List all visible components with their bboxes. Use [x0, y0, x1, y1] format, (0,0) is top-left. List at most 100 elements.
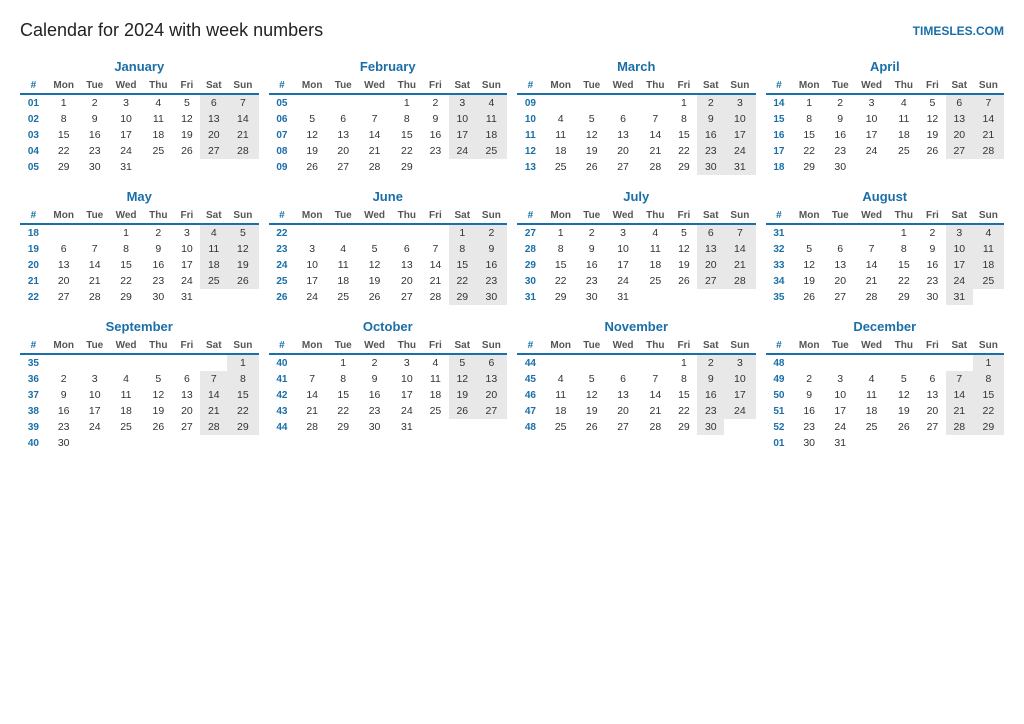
day-cell: 11 — [544, 387, 578, 403]
week-number: 12 — [517, 143, 544, 159]
day-cell — [544, 94, 578, 111]
table-row: 05293031 — [20, 159, 259, 175]
day-cell: 29 — [792, 159, 826, 175]
table-row: 31293031 — [517, 289, 756, 305]
day-cell: 19 — [357, 273, 391, 289]
day-cell: 23 — [357, 403, 391, 419]
day-cell — [973, 289, 1004, 305]
day-cell: 22 — [671, 143, 698, 159]
table-row: 4545678910 — [517, 371, 756, 387]
day-cell — [544, 354, 578, 371]
table-row: 32567891011 — [766, 241, 1005, 257]
day-cell — [174, 354, 201, 371]
day-cell: 11 — [640, 241, 670, 257]
table-row: 141234567 — [766, 94, 1005, 111]
day-cell: 14 — [200, 387, 227, 403]
table-row: 3419202122232425 — [766, 273, 1005, 289]
month-title: June — [269, 189, 508, 204]
col-header-wed: Wed — [606, 78, 640, 94]
month-table: #MonTueWedThuFriSatSun351362345678379101… — [20, 338, 259, 451]
day-cell: 12 — [578, 127, 606, 143]
day-cell: 27 — [606, 159, 640, 175]
day-cell: 30 — [357, 419, 391, 435]
day-cell: 4 — [640, 224, 670, 241]
col-header-sat: Sat — [200, 78, 227, 94]
day-cell — [227, 289, 258, 305]
week-number: 23 — [269, 241, 296, 257]
day-cell: 25 — [109, 419, 143, 435]
day-cell: 11 — [143, 111, 173, 127]
col-header-tue: Tue — [578, 338, 606, 354]
table-row: 35262728293031 — [766, 289, 1005, 305]
day-cell: 26 — [174, 143, 201, 159]
day-cell: 27 — [200, 143, 227, 159]
table-row: 3923242526272829 — [20, 419, 259, 435]
col-header-mon: Mon — [295, 78, 329, 94]
week-number: 28 — [517, 241, 544, 257]
table-row: 1722232425262728 — [766, 143, 1005, 159]
day-cell: 7 — [357, 111, 391, 127]
table-row: 4178910111213 — [269, 371, 508, 387]
day-cell: 23 — [826, 143, 854, 159]
day-cell: 12 — [449, 371, 476, 387]
day-cell: 18 — [143, 127, 173, 143]
day-cell: 19 — [295, 143, 329, 159]
col-header-thu: Thu — [392, 78, 422, 94]
day-cell: 11 — [973, 241, 1004, 257]
day-cell: 28 — [640, 419, 670, 435]
table-row: 1325262728293031 — [517, 159, 756, 175]
day-cell: 17 — [109, 127, 143, 143]
col-header-mon: Mon — [295, 208, 329, 224]
week-number: 52 — [766, 419, 793, 435]
day-cell: 20 — [47, 273, 81, 289]
day-cell: 20 — [329, 143, 357, 159]
day-cell: 15 — [329, 387, 357, 403]
col-header-wed: Wed — [357, 338, 391, 354]
col-header-sun: Sun — [476, 338, 507, 354]
day-cell: 14 — [946, 387, 973, 403]
week-number: 37 — [20, 387, 47, 403]
day-cell: 12 — [671, 241, 698, 257]
day-cell — [47, 224, 81, 241]
table-row: 4030 — [20, 435, 259, 451]
col-header-sun: Sun — [724, 78, 755, 94]
day-cell: 7 — [227, 94, 258, 111]
day-cell: 6 — [200, 94, 227, 111]
month-table: #MonTueWedThuFriSatSun311234325678910113… — [766, 208, 1005, 305]
day-cell: 7 — [946, 371, 973, 387]
day-cell — [143, 435, 173, 451]
table-row: 4321222324252627 — [269, 403, 508, 419]
day-cell: 22 — [792, 143, 826, 159]
col-header-#: # — [517, 338, 544, 354]
day-cell: 30 — [578, 289, 606, 305]
day-cell: 1 — [792, 94, 826, 111]
day-cell: 17 — [392, 387, 422, 403]
day-cell: 13 — [476, 371, 507, 387]
day-cell: 23 — [578, 273, 606, 289]
week-number: 22 — [269, 224, 296, 241]
day-cell: 12 — [578, 387, 606, 403]
day-cell: 5 — [889, 371, 919, 387]
day-cell: 9 — [47, 387, 81, 403]
table-row: 02891011121314 — [20, 111, 259, 127]
day-cell: 5 — [792, 241, 826, 257]
day-cell: 5 — [919, 94, 946, 111]
table-row: 5116171819202122 — [766, 403, 1005, 419]
day-cell: 25 — [422, 403, 449, 419]
week-number: 01 — [766, 435, 793, 451]
week-number: 18 — [766, 159, 793, 175]
day-cell: 2 — [81, 94, 109, 111]
day-cell: 8 — [671, 371, 698, 387]
col-header-sat: Sat — [449, 208, 476, 224]
day-cell: 6 — [946, 94, 973, 111]
col-header-thu: Thu — [640, 78, 670, 94]
day-cell — [200, 159, 227, 175]
day-cell: 28 — [295, 419, 329, 435]
day-cell: 5 — [143, 371, 173, 387]
col-header-fri: Fri — [174, 78, 201, 94]
week-number: 24 — [269, 257, 296, 273]
col-header-sat: Sat — [697, 78, 724, 94]
day-cell: 19 — [671, 257, 698, 273]
day-cell: 5 — [357, 241, 391, 257]
col-header-#: # — [20, 208, 47, 224]
